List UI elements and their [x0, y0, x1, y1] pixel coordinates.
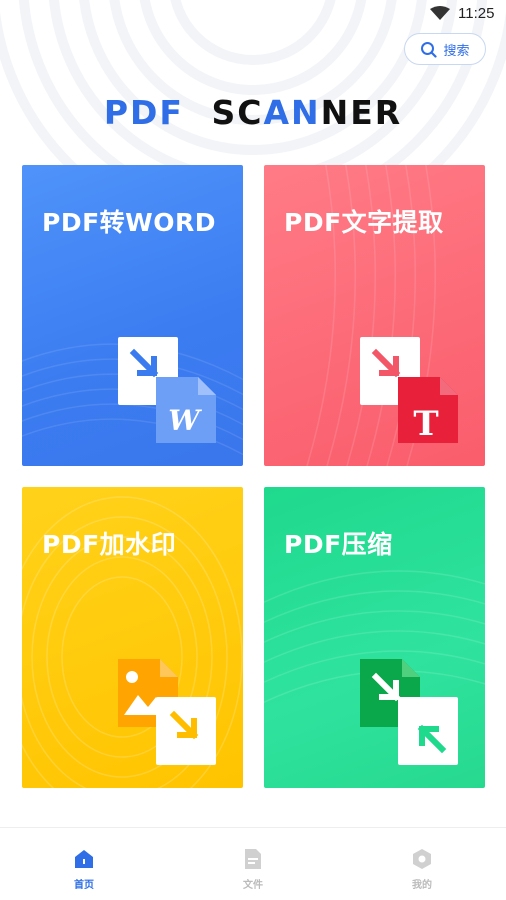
card-pdf-compress[interactable]: PDF压缩 — [264, 487, 485, 788]
card-pdf-watermark[interactable]: PDF加水印 — [22, 487, 243, 788]
file-icon — [245, 849, 261, 869]
home-icon — [75, 850, 93, 868]
status-time: 11:25 — [458, 5, 495, 22]
tab-profile[interactable]: 我的 — [338, 828, 506, 900]
card-title: PDF文字提取 — [284, 208, 444, 237]
pdf-text-extract-illustration: T — [360, 337, 458, 444]
search-button[interactable]: 搜索 — [404, 33, 486, 65]
tab-label: 我的 — [412, 880, 432, 891]
logo-part-ner: NER — [320, 93, 403, 132]
card-title: PDF压缩 — [284, 530, 393, 559]
card-pdf-text-extract[interactable]: PDF文字提取 T — [264, 165, 485, 466]
text-letter: T — [413, 404, 438, 444]
status-bar: 11:25 — [0, 0, 506, 28]
bottom-tab-bar: 首页 文件 我的 — [0, 827, 506, 900]
pdf-to-word-illustration: W — [118, 337, 216, 443]
tab-label: 文件 — [243, 880, 263, 891]
logo-part-an: AN — [263, 93, 321, 132]
profile-icon — [413, 849, 431, 869]
tab-home[interactable]: 首页 — [0, 828, 168, 900]
card-pdf-to-word[interactable]: PDF转WORD W — [22, 165, 243, 466]
search-icon — [421, 41, 438, 58]
app-logo: PDF SCANNER — [0, 93, 506, 133]
wifi-icon — [430, 6, 450, 20]
pdf-watermark-illustration — [118, 659, 216, 765]
tab-label: 首页 — [74, 880, 94, 891]
card-title: PDF转WORD — [42, 208, 216, 237]
pdf-compress-illustration — [360, 659, 458, 765]
card-title: PDF加水印 — [42, 530, 177, 559]
word-letter: W — [168, 404, 202, 437]
tab-files[interactable]: 文件 — [169, 828, 337, 900]
logo-part-pdf: PDF — [103, 93, 184, 132]
logo-part-sc: SC — [211, 93, 264, 132]
search-label: 搜索 — [443, 43, 470, 59]
